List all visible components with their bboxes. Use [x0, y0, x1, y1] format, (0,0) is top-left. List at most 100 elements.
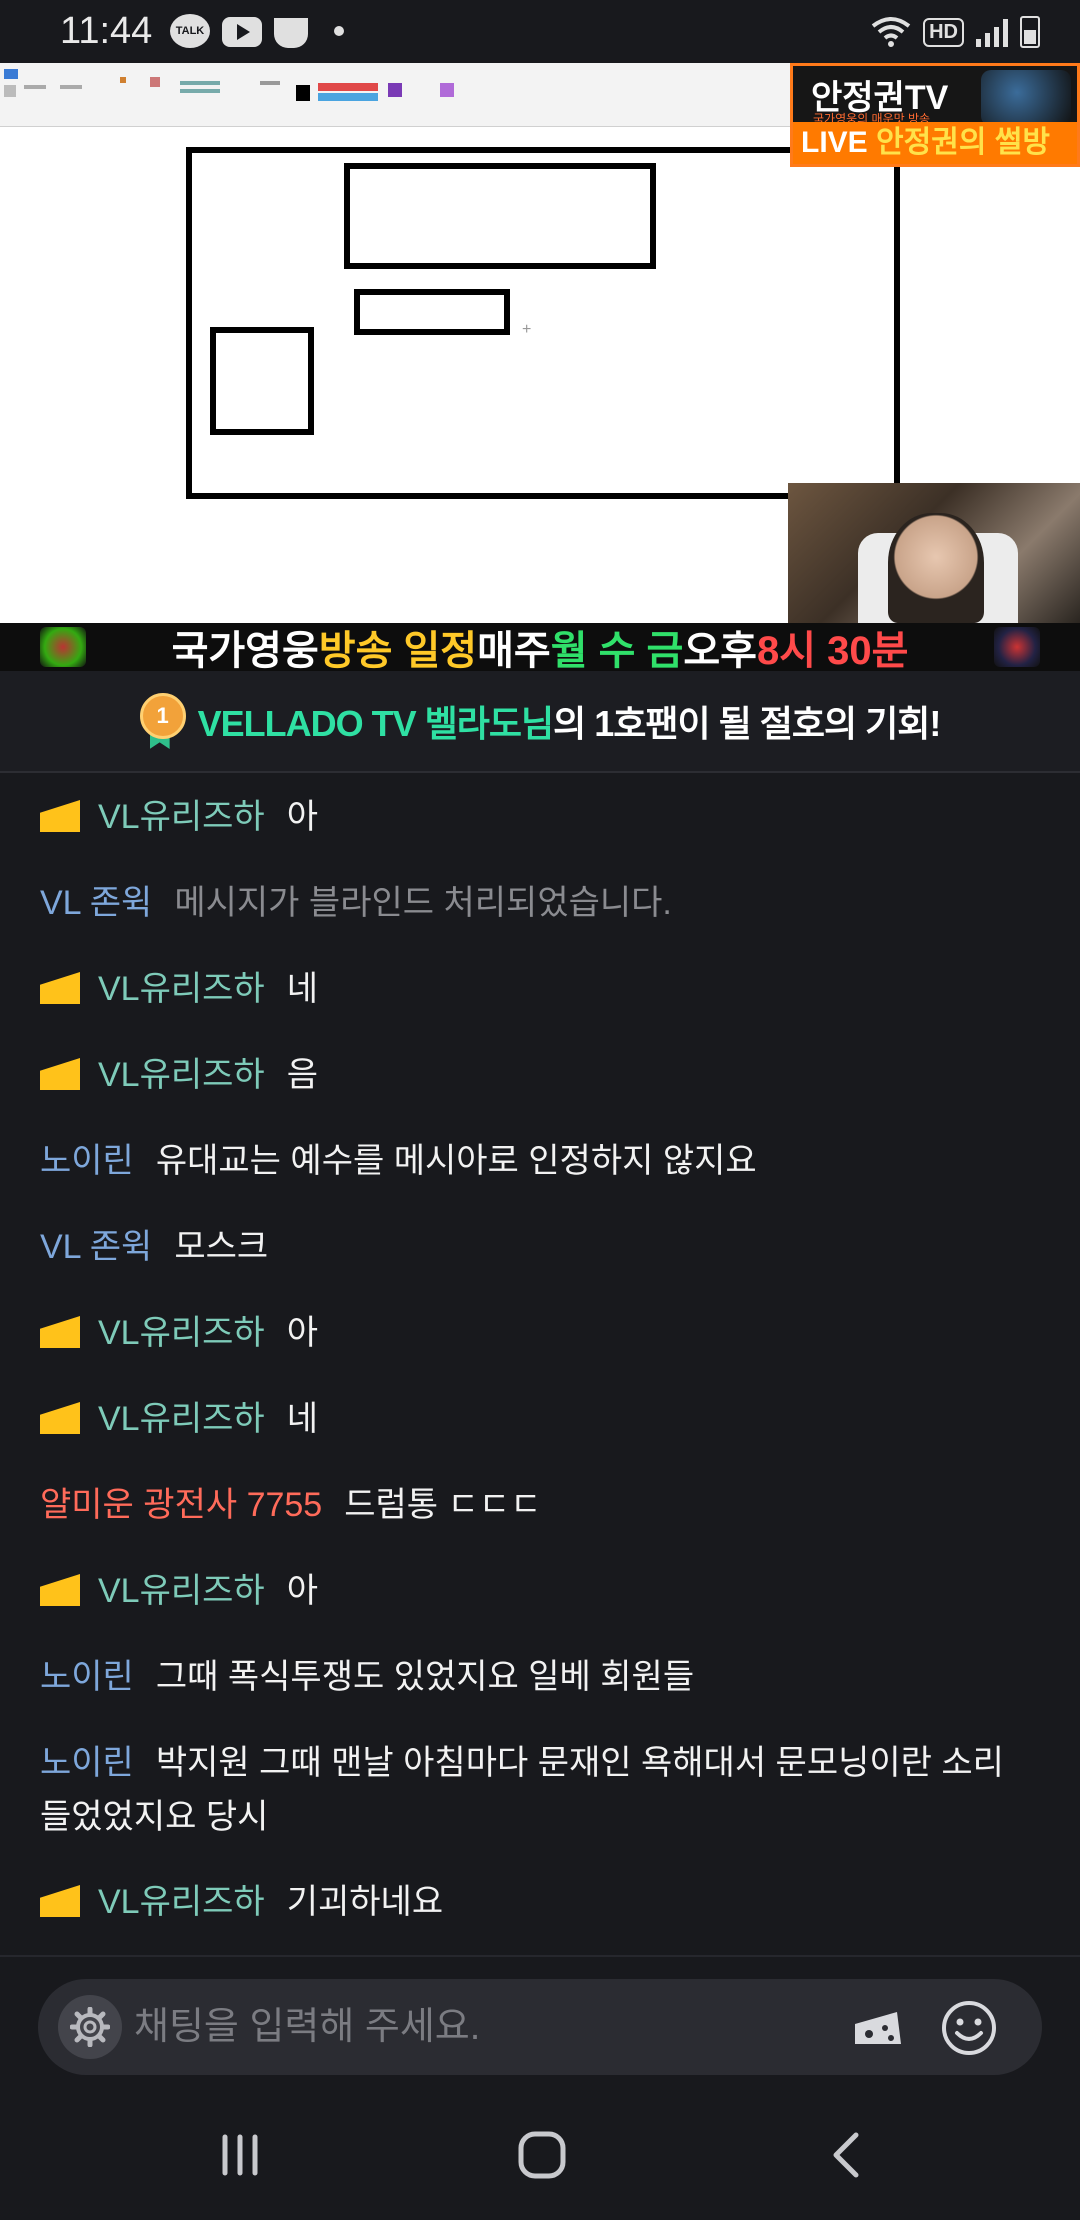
chat-message[interactable]: VL유리즈하 아: [40, 1564, 1040, 1618]
battery-icon: [1020, 16, 1040, 48]
chat-nickname[interactable]: 노이린: [40, 1658, 134, 1696]
cheese-button[interactable]: [848, 2003, 908, 2053]
chat-message[interactable]: VL유리즈하 기괴하네요: [40, 1875, 1040, 1929]
chat-message[interactable]: 얄미운 광전사 7755 드럼통 ㄷㄷㄷ: [40, 1478, 1040, 1532]
chat-text: 모스크: [174, 1228, 269, 1266]
chat-list[interactable]: VL유리즈하 아 VL 존윅 메시지가 블라인드 처리되었습니다. VL유리즈하 네 …: [0, 775, 1080, 1955]
chat-nickname[interactable]: VL유리즈하: [98, 970, 265, 1008]
video-player[interactable]: + 안정권TV 국가영웅의 매운맛 방송 LIVE 안정권의 썰방: [0, 63, 1080, 623]
status-right-icons: HD: [871, 14, 1040, 50]
cheese-badge-icon: [40, 1402, 80, 1434]
gear-icon: [70, 2007, 110, 2047]
ticker-text-3: 매주: [477, 629, 551, 673]
cheese-badge-icon: [40, 972, 80, 1004]
ticker-text-1: 국가영웅: [171, 629, 319, 673]
kakaotalk-icon: TALK: [170, 14, 210, 48]
status-bar: 11:44 TALK HD: [0, 0, 1080, 63]
cheese-badge-icon: [40, 1058, 80, 1090]
chat-text: 박지원 그때 맨날 아침마다 문재인 욕해대서 문모닝이란 소리 들었었지요 당…: [40, 1744, 1004, 1836]
channel-logo-portrait: [981, 70, 1071, 126]
paint-toolbar-image: [0, 63, 790, 127]
live-label: LIVE: [801, 126, 868, 159]
chat-text-blinded: 메시지가 블라인드 처리되었습니다.: [174, 884, 672, 922]
chat-message[interactable]: VL유리즈하 네: [40, 962, 1040, 1016]
chat-message[interactable]: 노이린 그때 폭식투쟁도 있었지요 일베 회원들: [40, 1650, 1040, 1704]
promo-text: VELLADO TV 벨라도님의 1호팬이 될 절호의 기회!: [197, 695, 942, 747]
chat-text: 음: [286, 1056, 318, 1094]
chat-text: 드럼통 ㄷㄷㄷ: [344, 1486, 542, 1524]
ticker-text-2: 방송 일정: [318, 629, 478, 673]
ticker-text-5: 오후: [683, 629, 757, 673]
chat-text: 아: [286, 798, 318, 836]
chat-message[interactable]: VL유리즈하 음: [40, 1048, 1040, 1102]
chat-message[interactable]: VL유리즈하 아: [40, 790, 1040, 844]
cheese-badge-icon: [40, 1574, 80, 1606]
chat-nickname[interactable]: 얄미운 광전사 7755: [40, 1486, 322, 1524]
hd-icon: HD: [923, 17, 964, 47]
recent-apps-button[interactable]: [200, 2125, 280, 2185]
status-time: 11:44: [60, 10, 153, 52]
chat-nickname[interactable]: VL유리즈하: [98, 1883, 265, 1921]
emoji-button[interactable]: [938, 1997, 1000, 2059]
chat-nickname[interactable]: VL유리즈하: [98, 1572, 265, 1610]
chat-nickname[interactable]: VL유리즈하: [98, 1314, 265, 1352]
recent-apps-icon: [222, 2134, 258, 2176]
back-button[interactable]: [806, 2125, 886, 2185]
chat-text: 아: [286, 1314, 318, 1352]
chat-message[interactable]: VL 존윅 모스크: [40, 1220, 1040, 1274]
home-button[interactable]: [502, 2125, 582, 2185]
promo-banner[interactable]: VELLADO TV 벨라도님의 1호팬이 될 절호의 기회!: [0, 671, 1080, 773]
medal-icon: [139, 693, 186, 749]
cheese-badge-icon: [40, 1885, 80, 1917]
chat-message[interactable]: 노이린 박지원 그때 맨날 아침마다 문재인 욕해대서 문모닝이란 소리 들었었지…: [40, 1736, 1040, 1844]
chat-input[interactable]: [134, 1979, 854, 2075]
chat-text: 네: [286, 970, 318, 1008]
chat-nickname[interactable]: VL유리즈하: [98, 1056, 265, 1094]
chat-input-bar: [0, 1955, 1080, 2090]
chat-nickname[interactable]: 노이린: [40, 1142, 134, 1180]
webcam-overlay: [788, 483, 1080, 623]
cheese-icon: [855, 2012, 901, 2044]
canvas-rect-left: [210, 327, 314, 435]
chat-message[interactable]: VL 존윅 메시지가 블라인드 처리되었습니다.: [40, 876, 1040, 930]
chat-message[interactable]: VL유리즈하 아: [40, 1306, 1040, 1360]
chat-nickname[interactable]: VL유리즈하: [98, 1400, 265, 1438]
chat-nickname[interactable]: 노이린: [40, 1744, 134, 1782]
paint-tools-icon: [4, 69, 454, 101]
cup-icon: [274, 18, 308, 48]
ticker-text-6: 8시 30분: [756, 629, 909, 673]
system-nav-bar: [0, 2090, 1080, 2220]
chat-nickname[interactable]: VL 존윅: [40, 1228, 152, 1266]
chat-text: 아: [286, 1572, 318, 1610]
chat-text: 유대교는 예수를 메시아로 인정하지 않지요: [155, 1142, 757, 1180]
signal-icon: [976, 17, 1008, 47]
live-title: 안정권의 썰방: [876, 126, 1050, 159]
chat-input-container: [38, 1979, 1042, 2075]
youtube-icon: [222, 17, 262, 47]
cheese-badge-icon: [40, 800, 80, 832]
chat-settings-button[interactable]: [58, 1995, 122, 2059]
ticker-text-4: 월 수 금: [550, 629, 684, 673]
chat-nickname[interactable]: VL 존윅: [40, 884, 152, 922]
chat-message[interactable]: 노이린 유대교는 예수를 메시아로 인정하지 않지요: [40, 1134, 1040, 1188]
chat-nickname[interactable]: VL유리즈하: [98, 798, 265, 836]
schedule-ticker: 국가영웅 방송 일정 매주 월 수 금 오후 8시 30분: [0, 623, 1080, 673]
ticker-right-logo-icon: [994, 627, 1040, 667]
chat-text: 그때 폭식투쟁도 있었지요 일베 회원들: [155, 1658, 695, 1696]
smile-icon: [942, 2001, 996, 2055]
chat-text: 네: [286, 1400, 318, 1438]
chat-text: 기괴하네요: [286, 1883, 444, 1921]
streamer-image: [888, 513, 984, 623]
back-icon: [833, 2132, 859, 2178]
promo-rest: 의 1호팬이 될 절호의 기회!: [553, 703, 941, 744]
dot-icon: [334, 26, 344, 36]
crosshair-cursor-icon: +: [522, 321, 532, 338]
cheese-badge-icon: [40, 1316, 80, 1348]
promo-highlight: VELLADO TV 벨라도님: [197, 703, 554, 744]
chat-message[interactable]: VL유리즈하 네: [40, 1392, 1040, 1446]
canvas-rect-top: [344, 163, 656, 269]
canvas-rect-middle: [354, 289, 510, 335]
channel-logo: 안정권TV 국가영웅의 매운맛 방송 LIVE 안정권의 썰방: [790, 63, 1080, 167]
live-banner: LIVE 안정권의 썰방: [793, 122, 1077, 164]
ticker-left-logo-icon: [40, 627, 86, 667]
